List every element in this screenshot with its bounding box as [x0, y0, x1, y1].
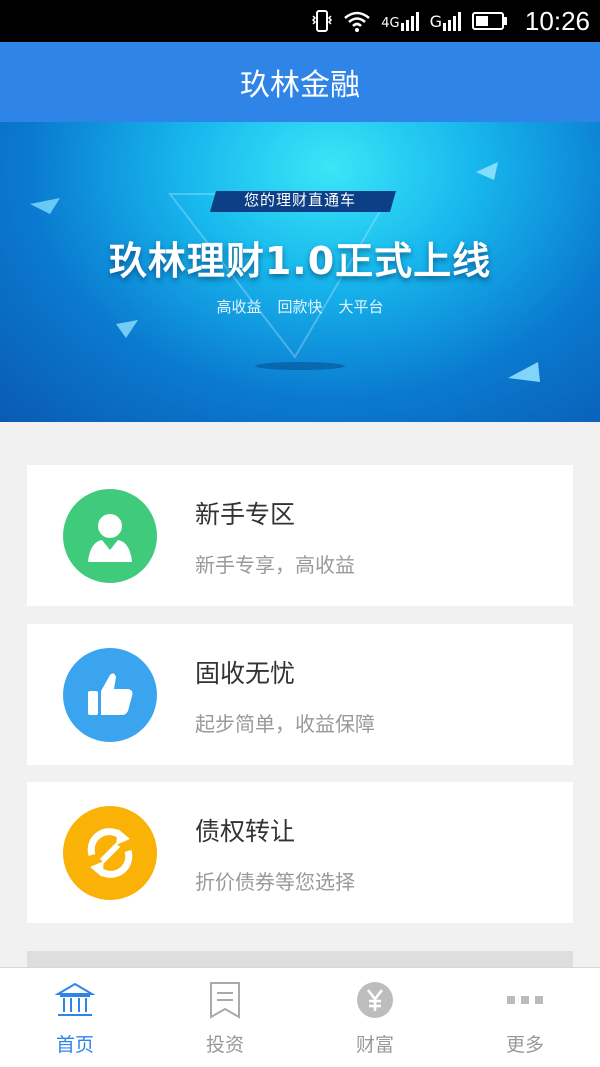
tab-more[interactable]: 更多	[450, 968, 600, 1067]
tab-label: 财富	[355, 1034, 394, 1056]
thumbs-up-icon	[63, 648, 157, 742]
network-g-label: G	[429, 12, 442, 31]
app-header: 玖林金融	[0, 42, 600, 122]
tab-label: 首页	[55, 1034, 94, 1056]
feature-item: 回款快	[277, 298, 323, 316]
card-newbie-zone[interactable]: 新手专区 新手专享，高收益	[27, 465, 573, 606]
card-title: 固收无忧	[195, 659, 296, 688]
card-desc: 起步简单，收益保障	[195, 712, 375, 736]
card-partial	[27, 951, 573, 967]
tab-invest[interactable]: 投资	[150, 968, 300, 1067]
page-title: 玖林金融	[240, 68, 360, 103]
card-desc: 新手专享，高收益	[195, 553, 355, 577]
signal-icon	[443, 12, 461, 31]
feature-item: 大平台	[338, 298, 384, 316]
bookmark-icon	[205, 980, 245, 1020]
more-icon	[505, 980, 545, 1020]
card-title: 债权转让	[195, 817, 296, 846]
tab-label: 更多	[505, 1034, 544, 1056]
battery-icon	[472, 12, 507, 30]
tab-wealth[interactable]: 财富	[300, 968, 450, 1067]
card-fixed-income[interactable]: 固收无忧 起步简单，收益保障	[27, 624, 573, 765]
bank-icon	[55, 980, 95, 1020]
network-4g-label: 4G	[381, 16, 400, 31]
card-title: 新手专区	[195, 500, 296, 529]
exchange-icon	[63, 806, 157, 900]
promo-banner[interactable]: 您的理财直通车 玖林理财1.0正式上线 高收益 回款快 大平台	[0, 122, 600, 422]
banner-headline: 玖林理财1.0正式上线	[108, 239, 492, 283]
clock: 10:26	[524, 6, 590, 36]
feature-item: 高收益	[216, 298, 262, 316]
status-icons: 4G G	[311, 8, 508, 34]
tab-label: 投资	[205, 1034, 244, 1056]
card-desc: 折价债券等您选择	[195, 870, 355, 894]
bottom-tab-bar: 首页 投资 财富 更多	[0, 967, 600, 1067]
wifi-icon	[344, 11, 371, 32]
signal-icon	[400, 12, 419, 31]
vibrate-icon	[312, 10, 333, 32]
banner-tag: 您的理财直通车	[243, 191, 356, 209]
status-bar: 4G G 10:26	[0, 0, 600, 42]
user-icon	[63, 489, 157, 583]
card-debt-transfer[interactable]: 债权转让 折价债券等您选择	[27, 782, 573, 923]
banner-features: 高收益 回款快 大平台	[0, 296, 600, 317]
tab-home[interactable]: 首页	[0, 968, 150, 1067]
yen-icon	[355, 980, 395, 1020]
